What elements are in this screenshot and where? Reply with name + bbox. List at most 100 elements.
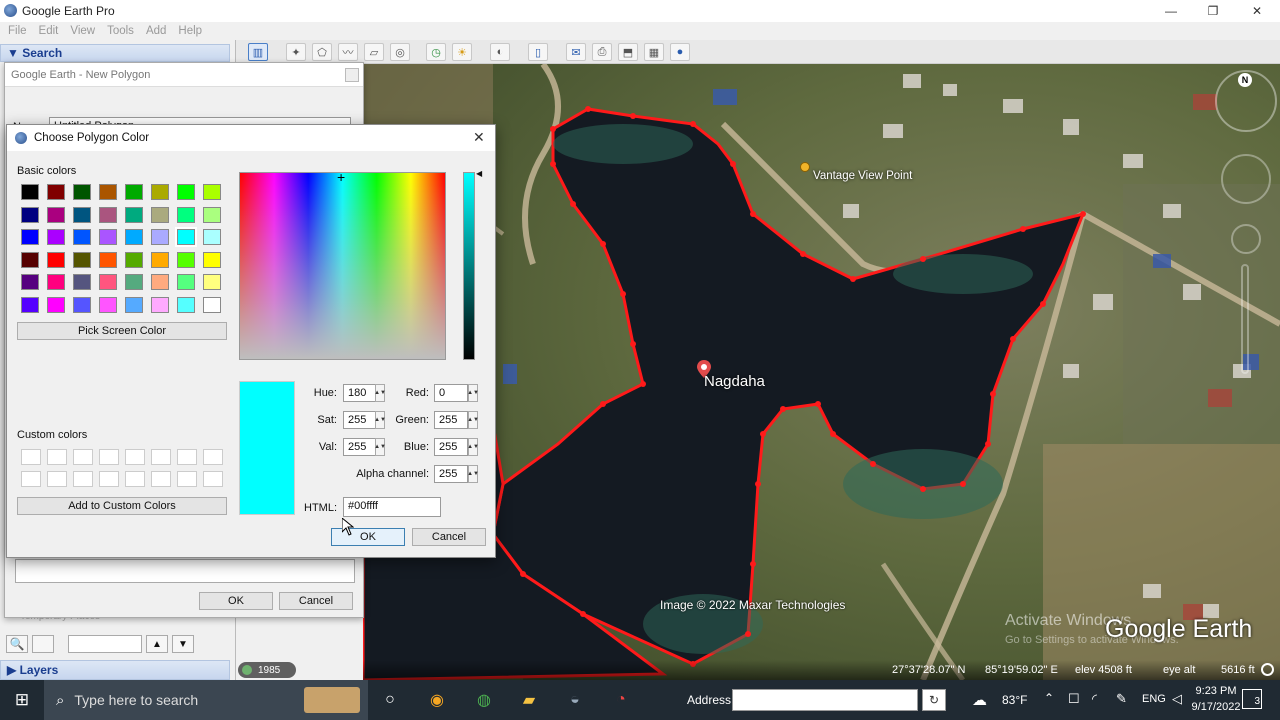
basic-color-swatch[interactable] (125, 274, 143, 291)
basic-color-swatch[interactable] (125, 297, 143, 313)
red-input[interactable]: 0 (434, 384, 468, 402)
sidebar-toggle-icon[interactable]: ▥ (248, 43, 268, 61)
red-stepper-icon[interactable]: ▲▼ (467, 384, 479, 402)
basic-color-swatch[interactable] (151, 274, 169, 291)
recorder-app-icon[interactable]: ◔ (609, 688, 633, 712)
basic-color-swatch[interactable] (73, 184, 91, 200)
spectrum-crosshair-icon[interactable]: + (337, 170, 351, 185)
custom-color-slot[interactable] (177, 471, 197, 487)
image-overlay-icon[interactable]: ▱ (364, 43, 384, 61)
basic-color-swatch[interactable] (177, 251, 195, 268)
google-earth-taskbar-icon[interactable]: ◒ (563, 688, 587, 712)
basic-color-swatch[interactable] (47, 274, 65, 291)
network-icon[interactable]: ☐ (1068, 691, 1080, 707)
zoom-slider[interactable] (1241, 264, 1249, 374)
green-stepper-icon[interactable]: ▲▼ (467, 411, 479, 429)
north-indicator-icon[interactable]: N (1238, 73, 1252, 87)
historical-imagery-icon[interactable]: ◷ (426, 43, 446, 61)
maximize-button[interactable]: ❐ (1190, 0, 1236, 22)
menu-add[interactable]: Add (146, 25, 166, 37)
green-input[interactable]: 255 (434, 411, 468, 429)
clock-date[interactable]: 9/17/2022 (1188, 701, 1244, 713)
panel-toggle-icon[interactable] (32, 635, 54, 653)
basic-color-swatch[interactable] (73, 229, 91, 246)
basic-color-swatch[interactable] (73, 251, 91, 268)
color-spectrum-picker[interactable]: + (239, 170, 446, 360)
windows-start-icon[interactable]: ⊞ (10, 688, 34, 712)
layers-panel-header[interactable]: ▶ Layers (0, 660, 230, 680)
temperature-text[interactable]: 83°F (1002, 693, 1027, 707)
places-filter-input[interactable] (68, 635, 142, 653)
basic-color-swatch[interactable] (99, 206, 117, 223)
alpha-input[interactable]: 255 (434, 465, 468, 483)
description-area[interactable] (15, 559, 355, 583)
basic-color-swatch[interactable] (203, 206, 221, 223)
custom-color-slot[interactable] (73, 449, 93, 465)
basic-color-swatch[interactable] (73, 206, 91, 223)
custom-color-slot[interactable] (203, 449, 223, 465)
basic-color-swatch[interactable] (21, 184, 39, 200)
menu-edit[interactable]: Edit (39, 25, 59, 37)
notification-center-icon[interactable]: 3 (1242, 689, 1262, 709)
basic-color-swatch[interactable] (99, 297, 117, 313)
avast-app-icon[interactable]: ◉ (425, 688, 449, 712)
email-icon[interactable]: ✉ (566, 43, 586, 61)
val-stepper-icon[interactable]: ▲▼ (374, 438, 386, 456)
basic-color-swatch[interactable] (47, 251, 65, 268)
new-polygon-close-icon[interactable] (345, 68, 359, 82)
custom-color-slot[interactable] (177, 449, 197, 465)
menu-tools[interactable]: Tools (107, 25, 134, 37)
earth-gallery-icon[interactable]: ● (670, 43, 690, 61)
custom-color-slot[interactable] (125, 449, 145, 465)
alpha-stepper-icon[interactable]: ▲▼ (467, 465, 479, 483)
hue-stepper-icon[interactable]: ▲▼ (374, 384, 386, 402)
new-polygon-cancel-button[interactable]: Cancel (279, 592, 353, 610)
basic-color-swatch[interactable] (151, 184, 169, 200)
basic-color-swatch[interactable] (203, 184, 221, 200)
custom-color-slot[interactable] (151, 449, 171, 465)
basic-color-swatch[interactable] (99, 229, 117, 246)
basic-color-swatch[interactable] (99, 274, 117, 291)
basic-color-swatch[interactable] (21, 206, 39, 223)
basic-color-swatch[interactable] (177, 274, 195, 291)
custom-color-slot[interactable] (99, 471, 119, 487)
menu-file[interactable]: File (8, 25, 27, 37)
search-icon[interactable]: 🔍 (6, 635, 28, 653)
basic-color-swatch[interactable] (125, 229, 143, 246)
basic-color-swatch[interactable] (203, 251, 221, 268)
color-cancel-button[interactable]: Cancel (412, 528, 486, 546)
basic-color-swatch[interactable] (203, 297, 221, 313)
basic-color-swatch[interactable] (151, 229, 169, 246)
compass-control[interactable]: N (1215, 70, 1277, 132)
save-image-icon[interactable]: ⬒ (618, 43, 638, 61)
basic-color-swatch[interactable] (125, 206, 143, 223)
record-tour-icon[interactable]: ◎ (390, 43, 410, 61)
new-polygon-ok-button[interactable]: OK (199, 592, 273, 610)
basic-color-swatch[interactable] (203, 229, 221, 246)
custom-color-slot[interactable] (73, 471, 93, 487)
basic-color-swatch[interactable] (151, 251, 169, 268)
address-input[interactable] (732, 689, 918, 711)
close-window-button[interactable]: ✕ (1234, 0, 1280, 22)
basic-color-swatch[interactable] (47, 184, 65, 200)
basic-color-swatch[interactable] (99, 184, 117, 200)
custom-color-slot[interactable] (125, 471, 145, 487)
menu-view[interactable]: View (70, 25, 95, 37)
custom-color-slot[interactable] (203, 471, 223, 487)
add-path-icon[interactable]: 〰 (338, 43, 358, 61)
basic-color-swatch[interactable] (73, 274, 91, 291)
clock-time[interactable]: 9:23 PM (1194, 685, 1238, 697)
language-indicator[interactable]: ENG (1142, 693, 1166, 705)
custom-color-slot[interactable] (47, 449, 67, 465)
file-explorer-icon[interactable]: ▰ (517, 688, 541, 712)
pen-icon[interactable]: ✎ (1116, 691, 1127, 707)
street-view-pegman-icon[interactable] (1231, 224, 1261, 254)
volume-icon[interactable]: ◁ (1172, 691, 1182, 707)
move-up-icon[interactable]: ▲ (146, 635, 168, 653)
basic-color-swatch[interactable] (177, 184, 195, 200)
basic-color-swatch[interactable] (99, 251, 117, 268)
refresh-icon[interactable]: ↻ (922, 689, 946, 711)
basic-color-swatch[interactable] (21, 274, 39, 291)
taskbar-search-input[interactable]: Type here to search (74, 692, 198, 708)
pick-screen-color-button[interactable]: Pick Screen Color (17, 322, 227, 340)
